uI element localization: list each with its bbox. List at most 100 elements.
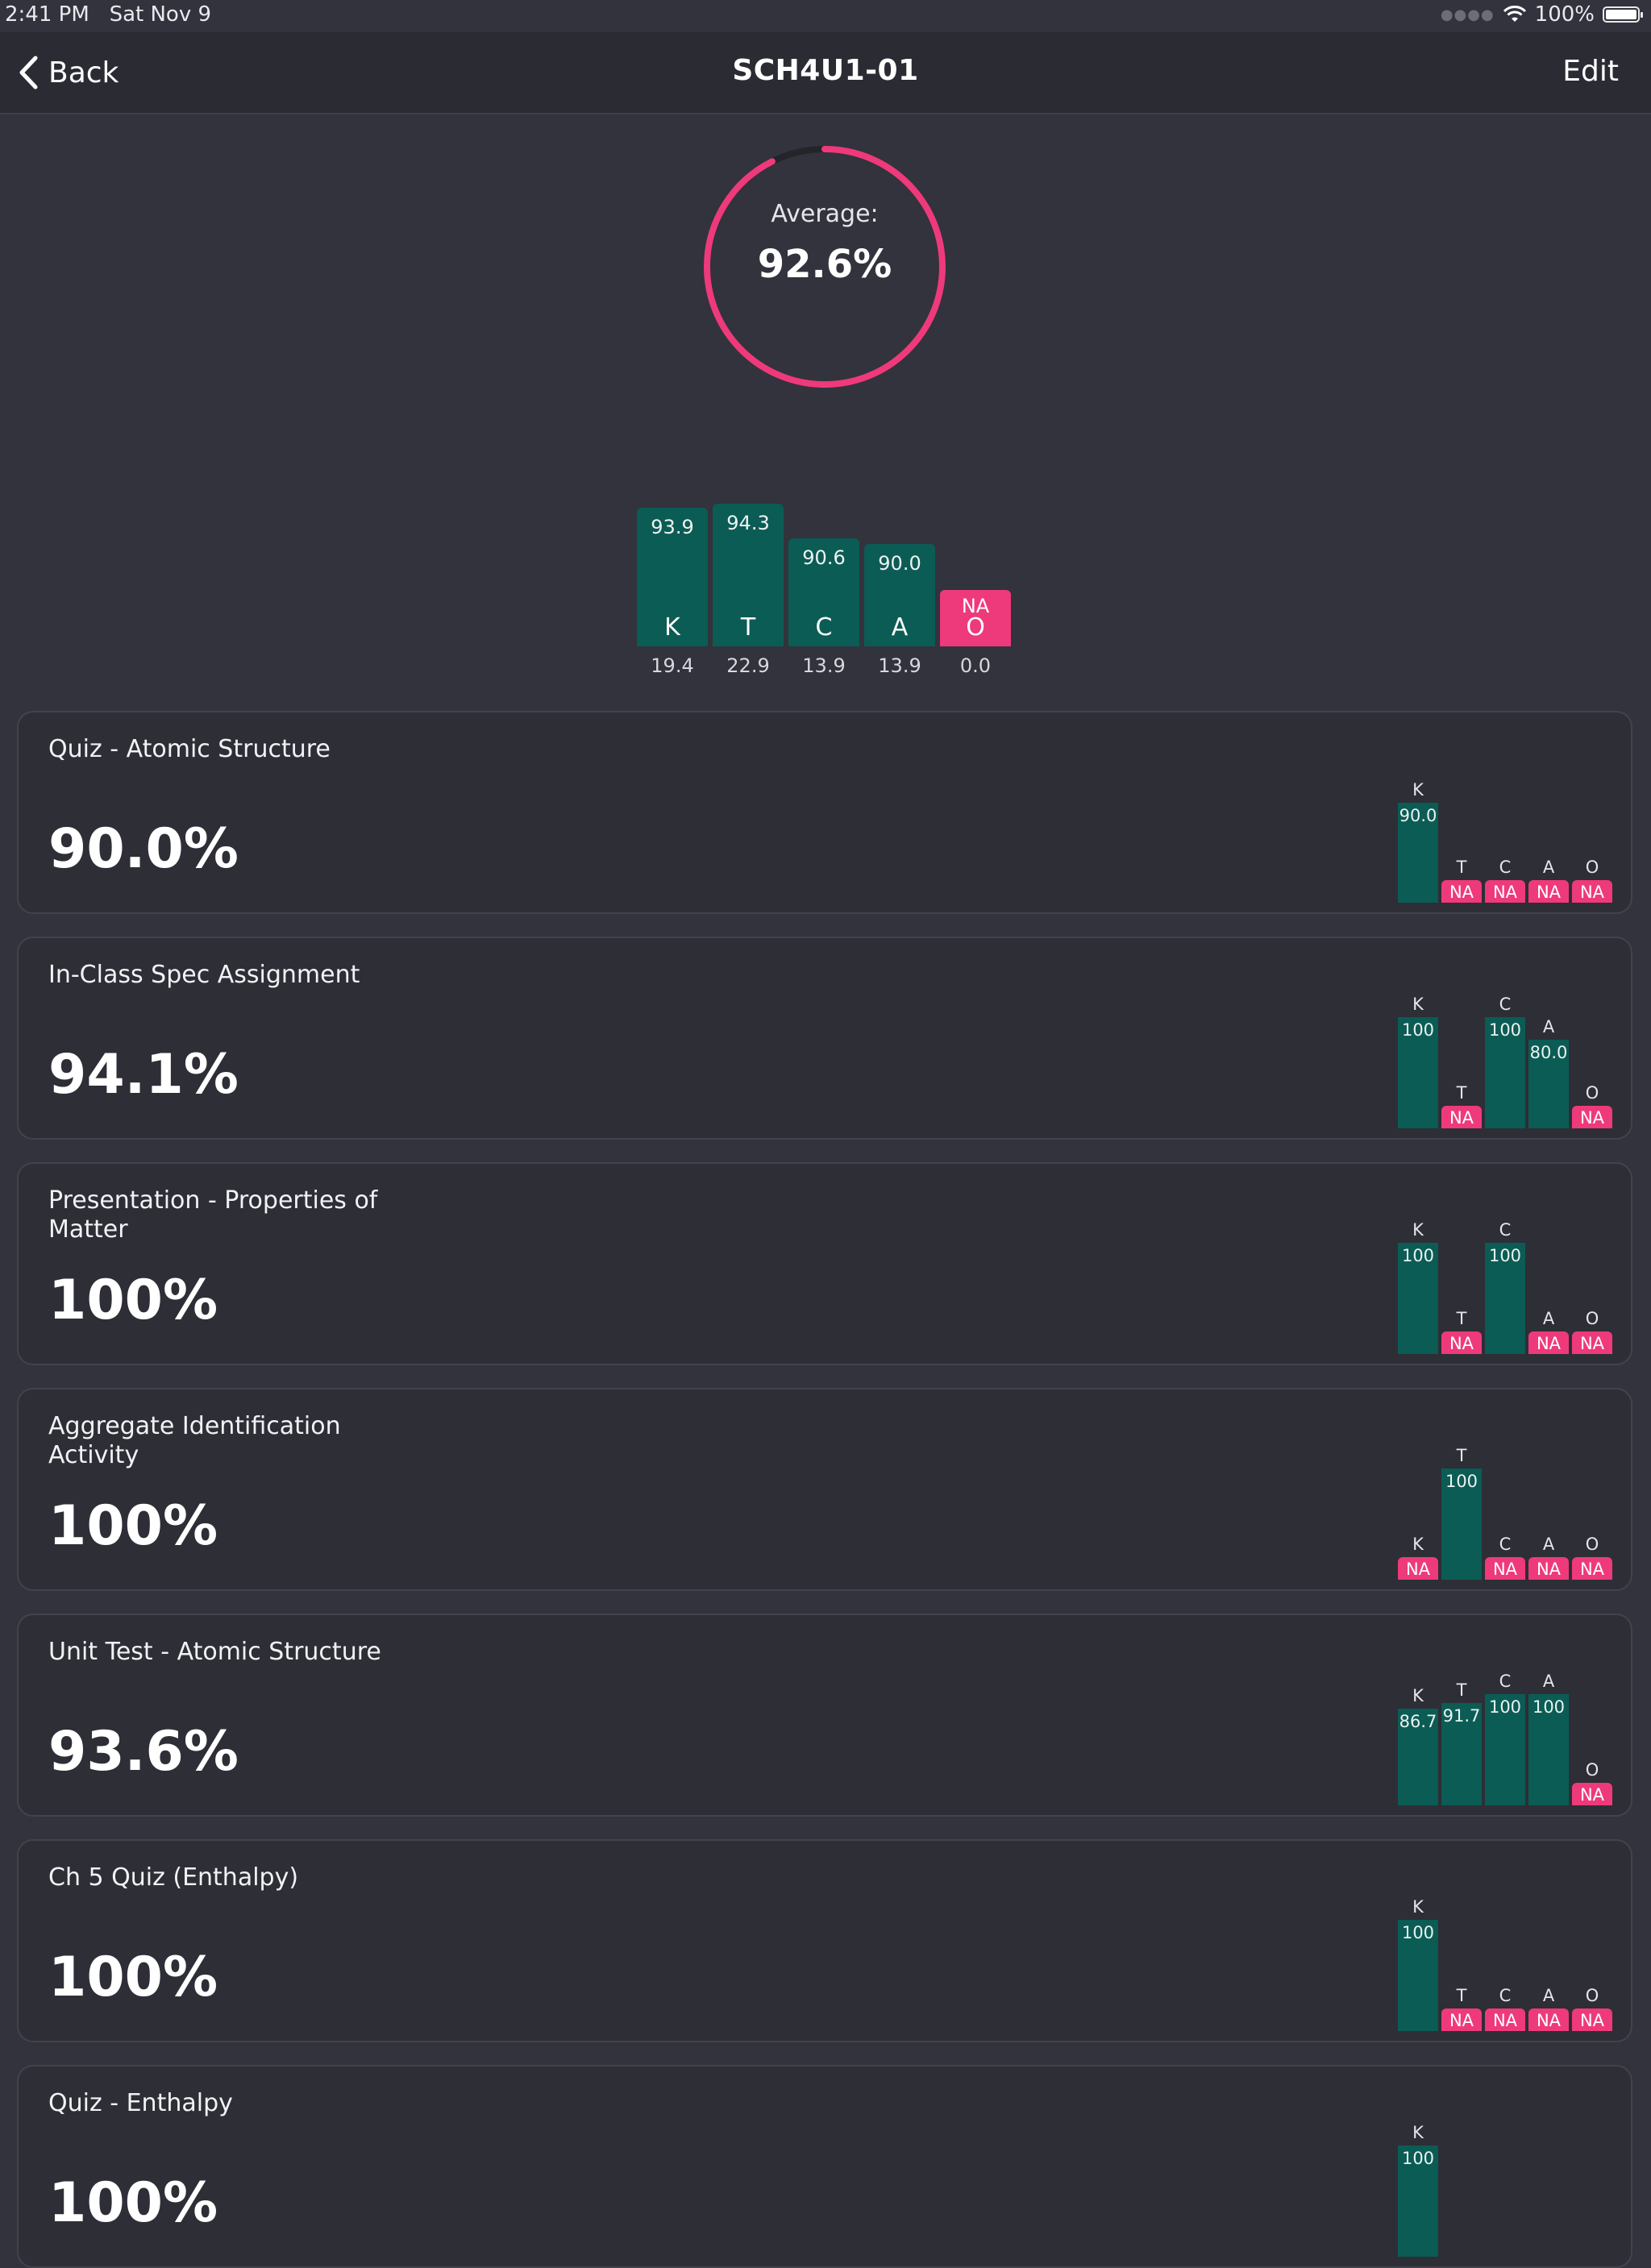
category-label: K bbox=[1412, 1686, 1424, 1706]
category-na-badge: NA bbox=[1441, 1331, 1482, 1354]
average-label: Average: bbox=[771, 200, 879, 228]
category-label: T bbox=[1456, 1446, 1467, 1465]
summary-bar-fill: 90.6 C bbox=[788, 538, 859, 646]
category-label: K bbox=[1412, 1897, 1424, 1917]
assessment-card[interactable]: Aggregate Identification Activity 100% NA K… bbox=[17, 1388, 1632, 1591]
category-label: C bbox=[1499, 995, 1512, 1014]
category-na-badge: NA bbox=[1485, 880, 1525, 903]
category-na-badge: NA bbox=[1572, 1106, 1612, 1128]
category-na-badge: NA bbox=[1441, 2008, 1482, 2031]
battery-percent: 100% bbox=[1534, 2, 1595, 27]
category-label: C bbox=[1499, 1672, 1512, 1691]
category-label: O bbox=[1585, 1535, 1599, 1554]
category-label: K bbox=[1412, 1535, 1424, 1554]
assessment-card[interactable]: Quiz - Atomic Structure 90.0% 90.0 K NA T NA C N… bbox=[17, 711, 1632, 914]
category-label: A bbox=[1542, 1672, 1555, 1691]
summary-bar-fill: 94.3 T bbox=[713, 504, 784, 646]
category-label: A bbox=[1542, 1986, 1555, 2005]
assessment-title: Unit Test - Atomic Structure bbox=[48, 1638, 381, 1666]
category-label: T bbox=[1456, 1083, 1467, 1103]
assessment-category-chart: 86.7 K 91.7 T 100 C 100 A NA O bbox=[1398, 1615, 1624, 1805]
category-score: 91.7 bbox=[1442, 1706, 1481, 1726]
summary-category: K bbox=[664, 613, 680, 642]
assessment-title: Aggregate Identification Activity bbox=[48, 1412, 341, 1469]
assessment-title: Quiz - Atomic Structure bbox=[48, 735, 331, 763]
summary-weight: 13.9 bbox=[802, 654, 846, 677]
category-score: 86.7 bbox=[1399, 1712, 1437, 1732]
category-label: K bbox=[1412, 995, 1424, 1014]
battery-icon bbox=[1603, 6, 1643, 23]
assessment-category-chart: 100 K NA T NA C NA A NA O bbox=[1398, 1841, 1624, 2031]
category-bar: 100 bbox=[1528, 1694, 1569, 1805]
category-na-badge: NA bbox=[1398, 1557, 1438, 1580]
category-label: O bbox=[1585, 1986, 1599, 2005]
category-label: K bbox=[1412, 2123, 1424, 2142]
category-na-badge: NA bbox=[1528, 2008, 1569, 2031]
category-label: O bbox=[1585, 858, 1599, 877]
wifi-icon bbox=[1503, 6, 1526, 22]
cellular-signal-icon: ●●●● bbox=[1440, 6, 1495, 23]
category-score: 100 bbox=[1401, 2149, 1435, 2168]
assessment-percent: 100% bbox=[48, 1494, 218, 1558]
category-bar: 100 bbox=[1398, 2145, 1438, 2257]
assessment-card[interactable]: Ch 5 Quiz (Enthalpy) 100% 100 K NA T NA C NA A NA O bbox=[17, 1839, 1632, 2042]
summary-bar-t: 94.3 T bbox=[713, 504, 784, 646]
summary-category: T bbox=[740, 613, 756, 642]
assessment-percent: 100% bbox=[48, 2171, 218, 2235]
category-na-badge: NA bbox=[1528, 1557, 1569, 1580]
summary-weight: 22.9 bbox=[726, 654, 770, 677]
assessment-title: In-Class Spec Assignment bbox=[48, 961, 360, 989]
category-bar: 86.7 bbox=[1398, 1709, 1438, 1805]
assessment-category-chart: 90.0 K NA T NA C NA A NA O bbox=[1398, 712, 1624, 903]
summary-score: 94.3 bbox=[726, 512, 770, 535]
category-label: T bbox=[1456, 1680, 1467, 1701]
assessment-title: Quiz - Enthalpy bbox=[48, 2089, 233, 2117]
summary-bar-fill: NA O bbox=[940, 590, 1011, 646]
category-label: A bbox=[1542, 1535, 1555, 1554]
category-na-badge: NA bbox=[1441, 1106, 1482, 1128]
category-na-badge: NA bbox=[1485, 2008, 1525, 2031]
assessment-percent: 93.6% bbox=[48, 1720, 239, 1784]
category-label: A bbox=[1542, 1016, 1555, 1036]
category-summary-chart: 93.9 K 19.4 94.3 T 22.9 90.6 C 13.9 90.0 A 13.9 NA O 0… bbox=[637, 451, 1016, 677]
status-time: 2:41 PM Sat Nov 9 bbox=[5, 2, 212, 27]
category-score: 100 bbox=[1401, 1246, 1435, 1265]
category-label: A bbox=[1542, 1309, 1555, 1328]
assessment-card[interactable]: Unit Test - Atomic Structure 93.6% 86.7 K 91… bbox=[17, 1614, 1632, 1817]
category-na-badge: NA bbox=[1572, 880, 1612, 903]
category-score: 100 bbox=[1488, 1246, 1522, 1265]
category-na-badge: NA bbox=[1441, 880, 1482, 903]
page-title: SCH4U1-01 bbox=[732, 54, 919, 87]
category-score: 90.0 bbox=[1399, 805, 1437, 825]
category-label: T bbox=[1456, 1309, 1467, 1328]
status-bar: 2:41 PM Sat Nov 9 ●●●● 100% bbox=[0, 0, 1651, 32]
assessment-percent: 94.1% bbox=[48, 1043, 239, 1107]
summary-category: O bbox=[966, 613, 985, 642]
category-bar: 100 bbox=[1398, 1920, 1438, 2031]
category-score: 100 bbox=[1488, 1020, 1522, 1040]
assessment-card[interactable]: In-Class Spec Assignment 94.1% 100 K NA T 100 C… bbox=[17, 937, 1632, 1140]
category-na-badge: NA bbox=[1572, 1331, 1612, 1354]
category-score: 80.0 bbox=[1529, 1042, 1568, 1062]
summary-category: C bbox=[815, 613, 833, 642]
summary-bar-k: 93.9 K bbox=[637, 507, 708, 646]
category-na-badge: NA bbox=[1572, 1783, 1612, 1805]
category-label: K bbox=[1412, 779, 1424, 800]
assessment-card[interactable]: Presentation - Properties of Matter 100% 1… bbox=[17, 1162, 1632, 1365]
summary-weight: 19.4 bbox=[651, 654, 694, 677]
category-bar: 100 bbox=[1398, 1017, 1438, 1128]
category-na-badge: NA bbox=[1485, 1557, 1525, 1580]
status-right: ●●●● 100% bbox=[1440, 2, 1643, 27]
summary-bar-fill: 90.0 A bbox=[864, 543, 935, 646]
assessment-card[interactable]: Quiz - Enthalpy 100% 100 K bbox=[17, 2065, 1632, 2268]
category-score: 100 bbox=[1445, 1472, 1478, 1491]
average-value: 92.6% bbox=[757, 242, 892, 287]
summary-score: 90.0 bbox=[878, 551, 921, 575]
category-score: 100 bbox=[1401, 1923, 1435, 1942]
category-score: 100 bbox=[1488, 1697, 1522, 1717]
edit-button[interactable]: Edit bbox=[1562, 55, 1619, 88]
summary-score: 93.9 bbox=[651, 515, 694, 538]
summary-bar-o: NA O bbox=[940, 590, 1011, 646]
category-bar: 100 bbox=[1441, 1468, 1482, 1580]
summary-bar-c: 90.6 C bbox=[788, 538, 859, 646]
